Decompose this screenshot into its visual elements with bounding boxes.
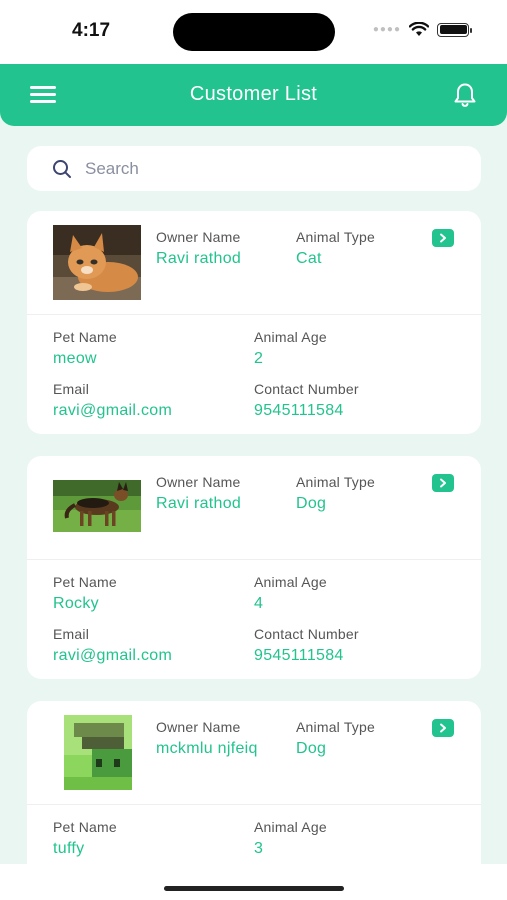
card-header: Owner Name Ravi rathod Animal Type Dog (27, 456, 481, 560)
animal-type-value: Cat (296, 250, 322, 267)
bottom-safe-area (0, 864, 507, 900)
pet-name-value: tuffy (53, 840, 85, 857)
animal-type-value: Dog (296, 495, 327, 512)
email-value: ravi@gmail.com (53, 402, 173, 419)
animal-type-label: Animal Type (296, 474, 375, 490)
search-bar (27, 146, 481, 191)
pet-photo-pixel (64, 715, 132, 790)
pet-name-label: Pet Name (53, 819, 117, 835)
notification-button[interactable] (453, 82, 477, 108)
contact-number-label: Contact Number (254, 626, 359, 642)
animal-type-label: Animal Type (296, 229, 375, 245)
owner-name-label: Owner Name (156, 719, 241, 735)
owner-name-label: Owner Name (156, 229, 241, 245)
dynamic-island (173, 13, 335, 51)
contact-number-value: 9545111584 (254, 402, 344, 419)
contact-number-label: Contact Number (254, 381, 359, 397)
chevron-right-icon (440, 723, 446, 733)
animal-type-value: Dog (296, 740, 327, 757)
pet-photo-dog (53, 480, 141, 532)
animal-age-label: Animal Age (254, 329, 327, 345)
customer-list-screen: 4:17 ●●●● Customer List Search Owner Nam… (0, 0, 507, 900)
animal-type-label: Animal Type (296, 719, 375, 735)
signal-icon: ●●●● (372, 24, 401, 35)
chevron-right-icon (440, 478, 446, 488)
bell-icon (454, 83, 476, 107)
pet-photo-cat (53, 225, 141, 300)
card-header: Owner Name Ravi rathod Animal Type Cat (27, 211, 481, 315)
owner-name-value: mckmlu njfeiq (156, 740, 258, 757)
pet-name-value: meow (53, 350, 97, 367)
status-bar: 4:17 ●●●● (0, 0, 507, 64)
owner-name-label: Owner Name (156, 474, 241, 490)
owner-name-value: Ravi rathod (156, 250, 242, 267)
owner-name-value: Ravi rathod (156, 495, 242, 512)
open-customer-button[interactable] (432, 719, 454, 737)
animal-age-label: Animal Age (254, 574, 327, 590)
app-header: Customer List (0, 64, 507, 126)
home-indicator[interactable] (164, 886, 344, 891)
customer-card[interactable]: Owner Name Ravi rathod Animal Type Cat P… (27, 211, 481, 434)
customer-card[interactable]: Owner Name Ravi rathod Animal Type Dog P… (27, 456, 481, 679)
pet-name-label: Pet Name (53, 574, 117, 590)
status-time: 4:17 (72, 20, 111, 41)
card-header: Owner Name mckmlu njfeiq Animal Type Dog (27, 701, 481, 805)
animal-age-label: Animal Age (254, 819, 327, 835)
contact-number-value: 9545111584 (254, 647, 344, 664)
email-label: Email (53, 381, 90, 397)
status-icons: ●●●● (372, 22, 472, 37)
pet-name-value: Rocky (53, 595, 99, 612)
card-details: Pet Name meow Animal Age 2 Email ravi@gm… (27, 315, 481, 434)
chevron-right-icon (440, 233, 446, 243)
email-value: ravi@gmail.com (53, 647, 173, 664)
open-customer-button[interactable] (432, 474, 454, 492)
animal-age-value: 2 (254, 350, 264, 367)
search-icon (53, 160, 71, 178)
animal-age-value: 3 (254, 840, 264, 857)
search-input[interactable] (85, 146, 465, 191)
card-details: Pet Name Rocky Animal Age 4 Email ravi@g… (27, 560, 481, 679)
battery-icon (437, 22, 472, 37)
page-title: Customer List (189, 83, 318, 105)
pet-name-label: Pet Name (53, 329, 117, 345)
email-label: Email (53, 626, 90, 642)
animal-age-value: 4 (254, 595, 264, 612)
wifi-icon (409, 22, 429, 36)
open-customer-button[interactable] (432, 229, 454, 247)
